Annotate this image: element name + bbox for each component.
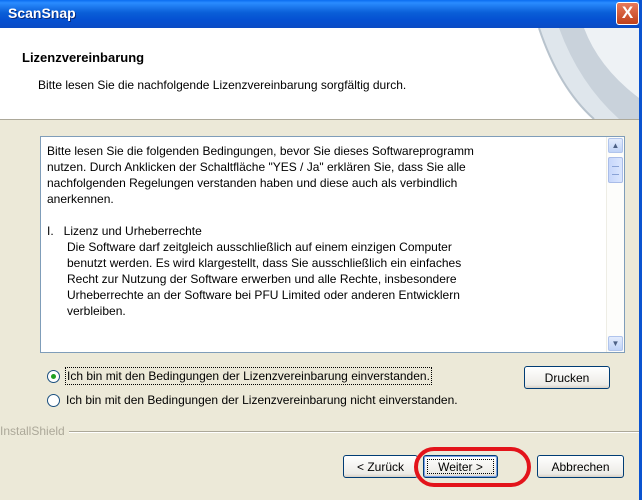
license-line: nachfolgenden Regelungen verstanden habe…: [47, 176, 458, 190]
decline-radio[interactable]: [47, 393, 60, 407]
accept-option[interactable]: Ich bin mit den Bedingungen der Lizenzve…: [47, 367, 432, 385]
decline-option[interactable]: Ich bin mit den Bedingungen der Lizenzve…: [47, 391, 459, 409]
page-curl-graphic: [538, 28, 639, 119]
license-line: benutzt werden. Es wird klargestellt, da…: [67, 256, 462, 270]
license-line: anerkennen.: [47, 192, 114, 206]
setup-dialog: ScanSnap X Lizenzvereinbarung Bitte lese…: [0, 0, 642, 500]
accept-label[interactable]: Ich bin mit den Bedingungen der Lizenzve…: [65, 367, 432, 385]
close-button[interactable]: X: [616, 2, 639, 25]
license-line: Die Software darf zeitgleich ausschließl…: [67, 240, 452, 254]
page-subtitle: Bitte lesen Sie die nachfolgende Lizenzv…: [38, 78, 407, 92]
accept-radio[interactable]: [47, 369, 60, 383]
installshield-brand: InstallShield: [0, 424, 69, 438]
window-title: ScanSnap: [8, 5, 76, 21]
scroll-up-icon[interactable]: ▲: [608, 138, 623, 153]
decline-label[interactable]: Ich bin mit den Bedingungen der Lizenzve…: [65, 392, 459, 408]
footer-separator: [0, 431, 639, 433]
scroll-down-icon[interactable]: ▼: [608, 336, 623, 351]
license-line: Recht zur Nutzung der Software erwerben …: [67, 272, 457, 286]
license-line: Bitte lesen Sie die folgenden Bedingunge…: [47, 144, 474, 158]
license-text-box[interactable]: Bitte lesen Sie die folgenden Bedingunge…: [40, 136, 625, 353]
header-panel: Lizenzvereinbarung Bitte lesen Sie die n…: [0, 28, 639, 120]
back-button[interactable]: < Zurück: [343, 455, 418, 478]
title-bar[interactable]: ScanSnap X: [0, 0, 639, 28]
license-line: Urheberrechte an der Software bei PFU Li…: [67, 288, 460, 302]
next-button-highlight-annotation: [414, 447, 531, 487]
vertical-scrollbar[interactable]: ▲ ▼: [606, 137, 624, 352]
license-section-title: I. Lizenz und Urheberrechte: [47, 224, 202, 238]
print-button[interactable]: Drucken: [524, 366, 610, 389]
cancel-button[interactable]: Abbrechen: [537, 455, 624, 478]
license-section-body: Die Software darf zeitgleich ausschließl…: [67, 239, 600, 319]
license-text: Bitte lesen Sie die folgenden Bedingunge…: [47, 143, 600, 319]
page-title: Lizenzvereinbarung: [22, 50, 145, 65]
scroll-thumb[interactable]: [608, 157, 623, 183]
license-line: nutzen. Durch Anklicken der Schaltfläche…: [47, 160, 466, 174]
license-line: verbleiben.: [67, 304, 126, 318]
